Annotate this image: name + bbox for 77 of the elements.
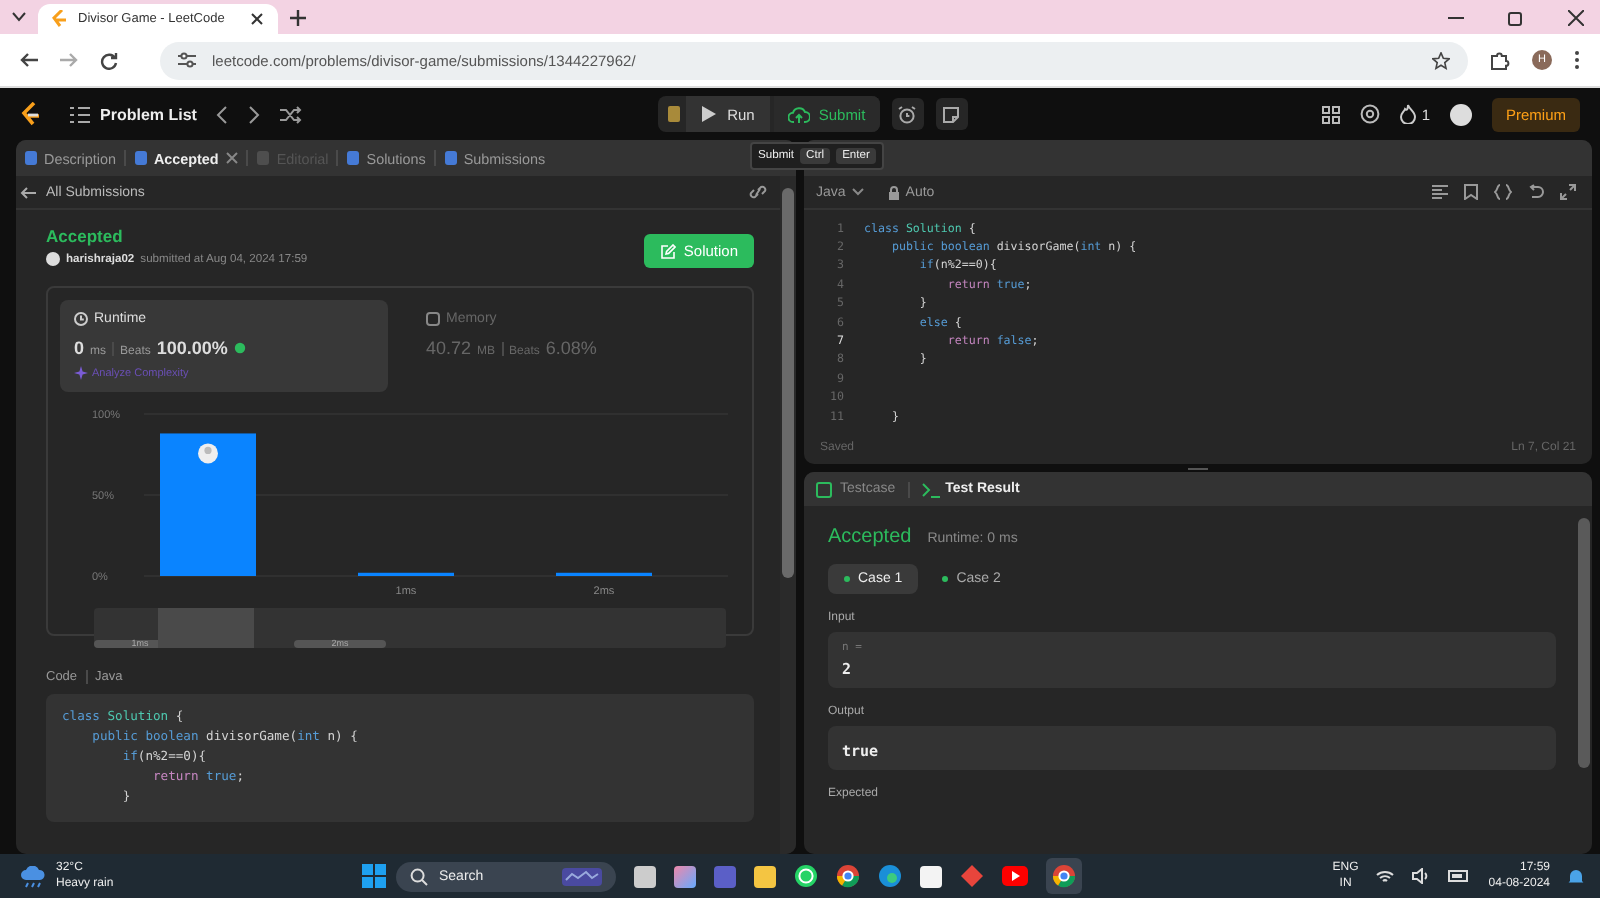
tab-icon (24, 150, 38, 166)
logo-icon (52, 10, 68, 28)
rain-cloud-icon[interactable] (20, 865, 46, 887)
shuffle-icon[interactable] (280, 105, 303, 123)
fire-icon (1399, 104, 1416, 124)
beats-percent: 100.00% (156, 338, 228, 358)
search-highlight-icon (562, 867, 603, 885)
status-dot-icon (942, 576, 949, 582)
menu-icon[interactable] (1574, 50, 1580, 70)
problem-list-button[interactable]: Problem List (70, 105, 197, 123)
play-icon (701, 106, 716, 122)
submission-status: Accepted (46, 226, 125, 246)
chat-icon[interactable] (794, 864, 819, 888)
bookmark-icon[interactable] (1464, 184, 1478, 200)
speaker-icon[interactable] (1412, 868, 1431, 884)
resize-handle[interactable] (1188, 467, 1208, 469)
user-marker-icon (198, 443, 218, 464)
list-icon (70, 105, 90, 123)
windows-start-icon[interactable] (362, 864, 387, 888)
reload-icon[interactable] (100, 51, 118, 69)
tab-icon (346, 150, 361, 166)
beats-percent: 6.08% (545, 338, 597, 358)
alarm-clock-button[interactable] (891, 98, 924, 130)
range-handle[interactable] (158, 608, 254, 648)
tab-icon (256, 150, 271, 166)
settings-icon[interactable] (1359, 104, 1380, 124)
status-dot-icon (844, 576, 850, 582)
wifi-icon[interactable] (1376, 869, 1395, 883)
stat-value: 0 (74, 338, 85, 358)
checkbox-icon (816, 481, 834, 497)
chevron-left-icon[interactable] (216, 105, 229, 123)
browser-icon (1052, 864, 1077, 888)
expand-icon[interactable] (1560, 184, 1576, 200)
sparkle-icon (74, 366, 88, 380)
back-arrow-icon (20, 185, 36, 199)
tab-icon (443, 150, 458, 166)
user-avatar (46, 252, 60, 266)
chevron-down-icon (851, 188, 864, 196)
chip-icon (426, 312, 440, 326)
lock-icon (887, 185, 900, 199)
braces-icon[interactable] (1494, 184, 1512, 200)
back-arrow-icon[interactable] (20, 52, 38, 68)
new-tab-icon[interactable] (290, 9, 306, 25)
result-status: Accepted (828, 526, 912, 548)
star-icon[interactable] (1432, 51, 1450, 69)
close-icon[interactable] (250, 12, 264, 26)
undo-icon[interactable] (1528, 184, 1544, 200)
clock-icon (74, 312, 88, 326)
close-icon[interactable] (1568, 9, 1584, 25)
bell-icon[interactable] (1568, 867, 1584, 885)
restore-icon[interactable] (1508, 9, 1524, 25)
scrollbar-thumb[interactable] (782, 188, 794, 578)
edit-icon (659, 243, 676, 259)
grid-icon[interactable] (1321, 105, 1340, 123)
terminal-icon (921, 481, 940, 497)
chevron-down-icon[interactable] (12, 12, 26, 22)
alarm-clock-icon (898, 105, 917, 123)
chevron-right-icon[interactable] (248, 105, 261, 123)
format-icon[interactable] (1432, 184, 1448, 200)
video-play-icon[interactable] (1002, 866, 1029, 886)
scrollbar-thumb[interactable] (1578, 518, 1590, 768)
browser-icon[interactable] (836, 864, 861, 888)
leaf-icon (233, 342, 246, 354)
logo-icon[interactable] (20, 101, 42, 127)
battery-icon[interactable] (1448, 870, 1471, 882)
stat-value: 40.72 (426, 338, 472, 358)
note-button[interactable] (935, 98, 968, 130)
site-settings-icon[interactable] (178, 52, 196, 68)
user-avatar[interactable] (1449, 103, 1472, 125)
puzzle-icon[interactable] (1490, 50, 1510, 70)
cloud-upload-icon (788, 105, 811, 123)
link-icon[interactable] (748, 184, 768, 200)
taskbar-app-button[interactable] (1046, 858, 1083, 894)
note-icon (942, 105, 961, 123)
tab-icon (133, 150, 148, 166)
diamond-icon[interactable] (960, 864, 985, 888)
search-icon (410, 867, 429, 885)
